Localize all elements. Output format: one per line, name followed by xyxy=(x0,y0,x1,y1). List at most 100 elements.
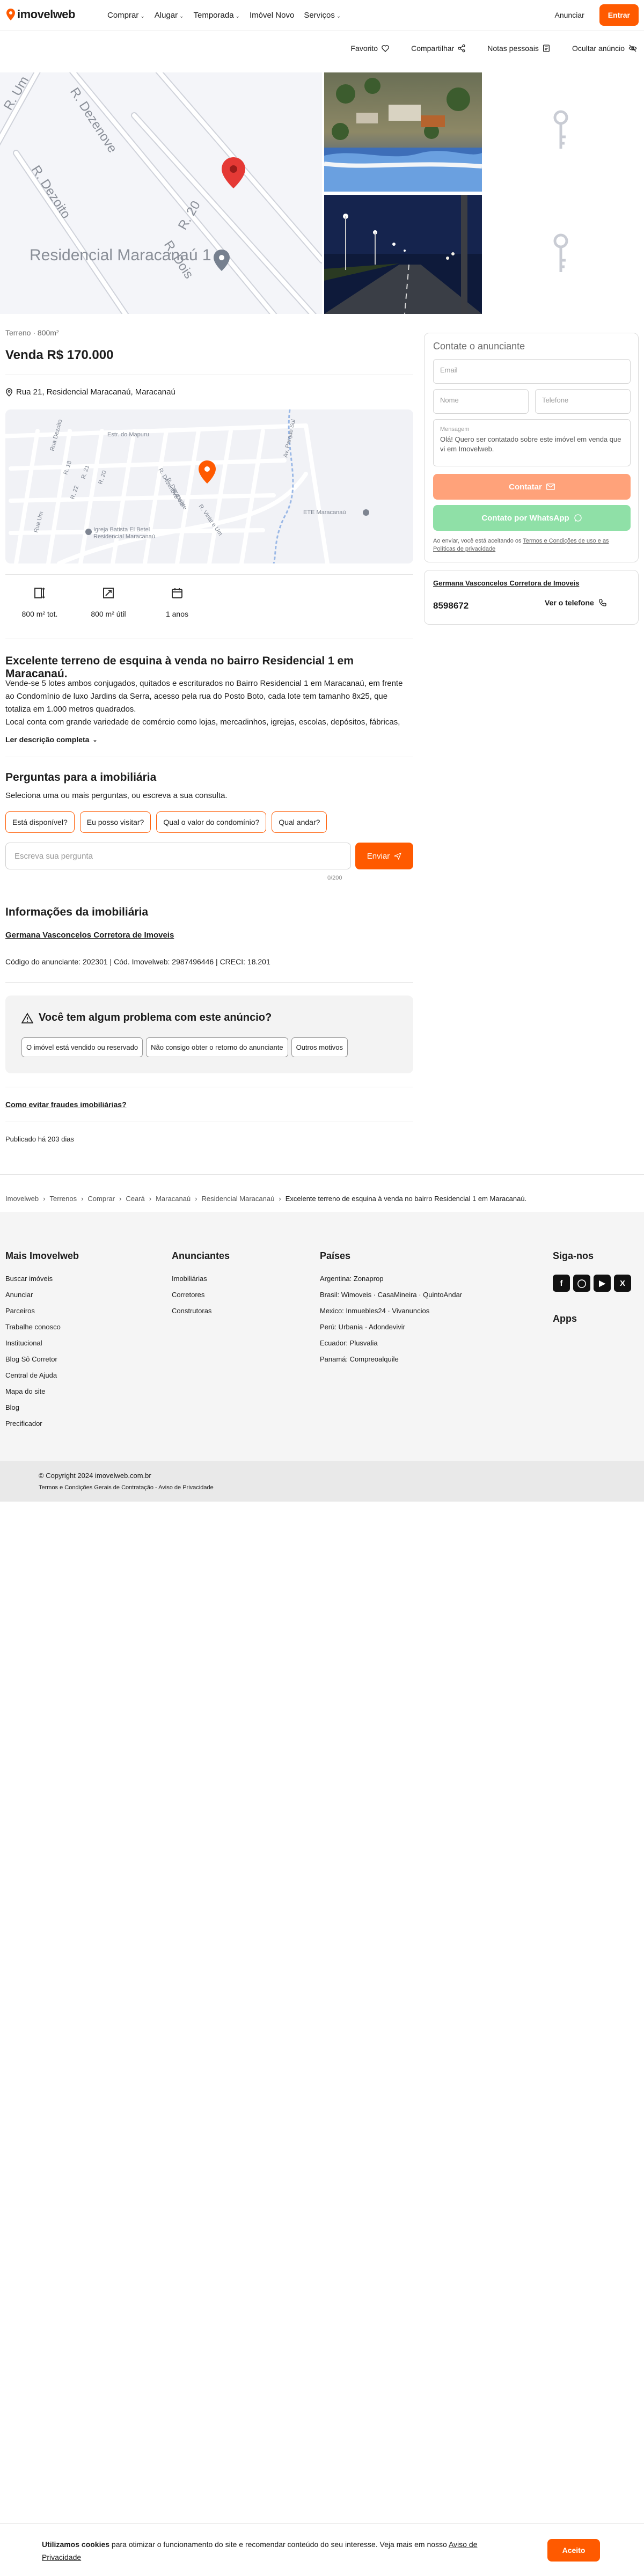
listing-address: Rua 21, Residencial Maracanaú, Maracanaú xyxy=(5,387,413,397)
chevron-right-icon: › xyxy=(279,1195,281,1203)
nav-imovel-novo[interactable]: Imóvel Novo xyxy=(250,11,294,20)
x-twitter-icon[interactable]: X xyxy=(614,1275,631,1292)
gallery-map[interactable]: R. Um R. Dezenove R. Dezoito R. 20 R. Do… xyxy=(0,72,322,314)
logo-pin-icon xyxy=(6,9,15,20)
nav-temporada[interactable]: Temporada ⌄ xyxy=(194,11,240,20)
feature-list: 800 m² tot. 800 m² útil 1 anos xyxy=(5,587,211,618)
footer-link[interactable]: Trabalhe conosco xyxy=(5,1323,79,1331)
logo[interactable]: imovelweb xyxy=(6,8,75,21)
footer-link[interactable]: Parceiros xyxy=(5,1307,79,1315)
phone-field[interactable]: Telefone xyxy=(535,389,631,414)
listing-actions: Favorito Compartilhar Notas pessoais Ocu… xyxy=(351,44,644,53)
contact-title: Contate o anunciante xyxy=(433,341,525,352)
contact-button[interactable]: Contatar xyxy=(433,474,631,500)
accept-cookies-button[interactable]: Aceito xyxy=(547,2539,600,2562)
footer-col-social: Siga-nos f ◯ ▶ X Apps xyxy=(553,1250,631,1337)
mail-icon xyxy=(546,484,555,490)
footer-link[interactable]: Imobiliárias xyxy=(172,1275,230,1283)
footer-link[interactable]: Buscar imóveis xyxy=(5,1275,79,1283)
question-chip[interactable]: Qual andar? xyxy=(272,811,327,833)
footer-link[interactable]: Precificador xyxy=(5,1419,79,1428)
footer-link[interactable]: Perú: Urbania · Adondevivir xyxy=(320,1323,462,1331)
chevron-down-icon: ⌄ xyxy=(179,13,184,19)
footer-link[interactable]: Blog Sô Corretor xyxy=(5,1355,79,1363)
footer-link[interactable]: Central de Ajuda xyxy=(5,1371,79,1379)
breadcrumb-item[interactable]: Imovelweb xyxy=(5,1195,39,1203)
footer-col-title: Países xyxy=(320,1250,351,1261)
nav-label: Imóvel Novo xyxy=(249,11,295,20)
breadcrumb-item[interactable]: Ceará xyxy=(126,1195,144,1203)
cookie-bold: Utilizamos cookies xyxy=(42,2540,110,2549)
location-map[interactable]: Rua Dezoito Estr. do Mapuru R. 20 R. 21 … xyxy=(5,409,413,564)
view-phone-label: Ver o telefone xyxy=(545,598,594,607)
map-pin-icon xyxy=(6,387,12,397)
listing-type: Terreno · 800m² xyxy=(5,328,413,337)
send-question-button[interactable]: Enviar xyxy=(355,843,413,869)
key-icon xyxy=(553,233,568,272)
questions-title: Perguntas para a imobiliária xyxy=(5,771,157,784)
footer-link[interactable]: Construtoras xyxy=(172,1307,230,1315)
footer-link[interactable]: Anunciar xyxy=(5,1291,79,1299)
youtube-icon[interactable]: ▶ xyxy=(594,1275,611,1292)
note-icon xyxy=(543,45,550,52)
breadcrumb-item[interactable]: Terrenos xyxy=(49,1195,77,1203)
facebook-icon[interactable]: f xyxy=(553,1275,570,1292)
report-option[interactable]: O imóvel está vendido ou reservado xyxy=(21,1037,143,1057)
whatsapp-icon xyxy=(574,514,582,522)
question-chip[interactable]: Está disponível? xyxy=(5,811,75,833)
breadcrumb-item[interactable]: Residencial Maracanaú xyxy=(201,1195,274,1203)
type-area-text: Terreno · 800m² xyxy=(5,328,59,337)
footer-link[interactable]: Institucional xyxy=(5,1339,79,1347)
footer-col-title: Apps xyxy=(553,1313,577,1324)
photo-street-night[interactable] xyxy=(324,195,482,314)
footer-link[interactable]: Mexico: Inmuebles24 · Vivanuncios xyxy=(320,1307,462,1315)
footer-link[interactable]: Ecuador: Plusvalia xyxy=(320,1339,462,1347)
terms-link[interactable]: Termos e Condições Gerais de Contratação… xyxy=(39,1484,214,1491)
report-option[interactable]: Outros motivos xyxy=(291,1037,348,1057)
share-button[interactable]: Compartilhar xyxy=(411,44,466,53)
whatsapp-label: Contato por WhatsApp xyxy=(481,513,569,523)
question-input[interactable]: Escreva sua pergunta xyxy=(5,843,351,869)
footer-link[interactable]: Corretores xyxy=(172,1291,230,1299)
char-counter: 0/200 xyxy=(327,875,342,881)
church-marker-icon xyxy=(85,529,92,535)
nav-servicos[interactable]: Serviços ⌄ xyxy=(304,11,341,20)
question-chip[interactable]: Qual o valor do condomínio? xyxy=(156,811,267,833)
view-phone-button[interactable]: Ver o telefone xyxy=(545,598,607,607)
announce-button[interactable]: Anunciar xyxy=(547,5,592,25)
message-field[interactable]: Mensagem Olá! Quero ser contatado sobre … xyxy=(433,419,631,466)
hide-listing-button[interactable]: Ocultar anúncio xyxy=(572,44,638,53)
favorite-button[interactable]: Favorito xyxy=(351,44,390,53)
breadcrumb-item[interactable]: Maracanaú xyxy=(156,1195,191,1203)
notes-button[interactable]: Notas pessoais xyxy=(487,44,551,53)
photo-aerial[interactable] xyxy=(324,72,482,192)
report-option[interactable]: Não consigo obter o retorno do anunciant… xyxy=(146,1037,288,1057)
agency-name-link[interactable]: Germana Vasconcelos Corretora de Imoveis xyxy=(5,931,413,940)
footer-link[interactable]: Argentina: Zonaprop xyxy=(320,1275,462,1283)
published-date: Publicado há 203 dias xyxy=(5,1135,74,1143)
footer-link[interactable]: Blog xyxy=(5,1403,79,1411)
footer-link[interactable]: Mapa do site xyxy=(5,1387,79,1395)
breadcrumb-item[interactable]: Comprar xyxy=(87,1195,115,1203)
instagram-icon[interactable]: ◯ xyxy=(573,1275,590,1292)
read-more-link[interactable]: Ler descrição completa ⌄ xyxy=(5,735,413,744)
nav-alugar[interactable]: Alugar ⌄ xyxy=(155,11,184,20)
agency-card-name[interactable]: Germana Vasconcelos Corretora de Imoveis xyxy=(433,579,579,587)
fraud-tips-link[interactable]: Como evitar fraudes imobiliárias? xyxy=(5,1100,413,1109)
login-button[interactable]: Entrar xyxy=(599,4,639,26)
agency-card-code: 8598672 xyxy=(433,601,469,611)
footer-col-advertisers: Anunciantes Imobiliárias Corretores Cons… xyxy=(172,1250,230,1323)
footer-link[interactable]: Panamá: Compreoalquile xyxy=(320,1355,462,1363)
warning-icon xyxy=(21,1012,33,1023)
email-field[interactable]: Email xyxy=(433,359,631,384)
street-photo-image xyxy=(324,195,482,314)
name-field[interactable]: Nome xyxy=(433,389,529,414)
nav-comprar[interactable]: Comprar ⌄ xyxy=(107,11,145,20)
question-chip[interactable]: Eu posso visitar? xyxy=(79,811,151,833)
whatsapp-button[interactable]: Contato por WhatsApp xyxy=(433,505,631,531)
message-label: Mensagem xyxy=(440,426,470,433)
footer-col-countries: Países Argentina: Zonaprop Brasil: Wimov… xyxy=(320,1250,462,1371)
contact-form: Contate o anunciante Email Nome Telefone… xyxy=(424,333,639,562)
footer-link[interactable]: Brasil: Wimoveis · CasaMineira · QuintoA… xyxy=(320,1291,462,1299)
chevron-down-icon: ⌄ xyxy=(235,13,240,19)
